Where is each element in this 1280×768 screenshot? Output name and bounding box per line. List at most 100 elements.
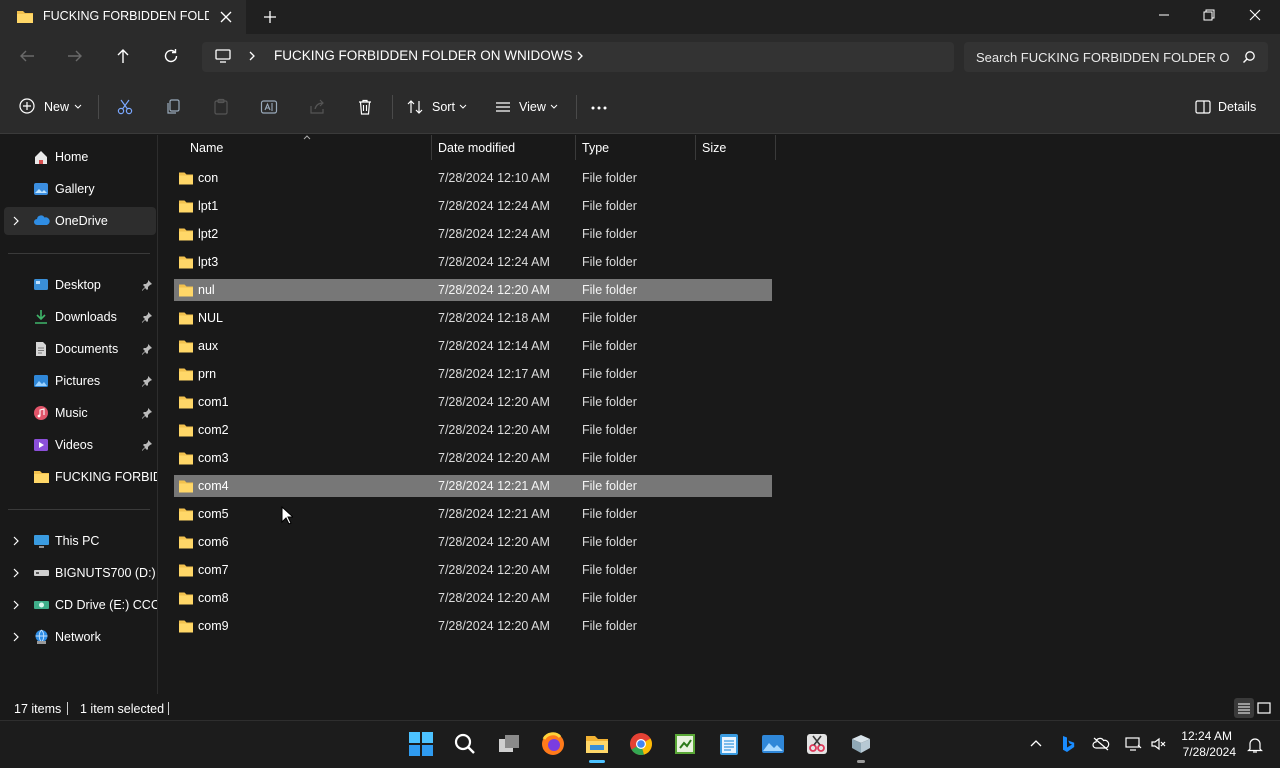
file-type: File folder (582, 339, 637, 353)
sidebar-item-pictures[interactable]: Pictures (0, 367, 158, 395)
table-row-selected[interactable]: com4 7/28/2024 12:21 AM File folder (174, 475, 772, 497)
table-row[interactable]: aux 7/28/2024 12:14 AM File folder (174, 335, 772, 357)
cloud-offline-icon[interactable] (1092, 736, 1110, 752)
notepad-icon[interactable] (716, 731, 742, 757)
table-row[interactable]: com3 7/28/2024 12:20 AM File folder (174, 447, 772, 469)
sidebar-item-forbidden-folder[interactable]: FUCKING FORBIDDEN FOLDER ON WNIDOWS (0, 463, 158, 491)
file-date: 7/28/2024 12:21 AM (438, 479, 550, 493)
column-header-size[interactable]: Size (696, 135, 775, 160)
chevron-right-icon[interactable] (574, 48, 586, 64)
rename-icon[interactable] (260, 98, 278, 116)
search-icon[interactable] (1242, 50, 1256, 64)
table-row[interactable]: lpt2 7/28/2024 12:24 AM File folder (174, 223, 772, 245)
clock-date[interactable]: 7/28/2024 (1183, 745, 1236, 759)
delete-icon[interactable] (356, 98, 374, 116)
chevron-up-icon[interactable] (1028, 736, 1044, 752)
window-close-icon[interactable] (1247, 7, 1263, 23)
snipping-tool-icon[interactable] (804, 731, 830, 757)
table-row[interactable]: prn 7/28/2024 12:17 AM File folder (174, 363, 772, 385)
sidebar-item-cd-drive[interactable]: CD Drive (E:) CCCOMA_X64FRE_EN-US_DV9 (0, 591, 158, 619)
details-view-button[interactable] (1234, 698, 1254, 718)
cut-icon[interactable] (116, 98, 134, 116)
chrome-icon[interactable] (628, 731, 654, 757)
folder-icon (178, 339, 194, 353)
sidebar-item-downloads[interactable]: Downloads (0, 303, 158, 331)
sidebar-item-drive-d[interactable]: BIGNUTS700 (D:) (0, 559, 158, 587)
monitor-icon[interactable] (214, 48, 232, 64)
column-header-type[interactable]: Type (576, 135, 695, 160)
sidebar-item-label: OneDrive (55, 214, 108, 228)
refresh-icon[interactable] (162, 47, 180, 65)
search-icon[interactable] (452, 731, 478, 757)
sidebar-item-this-pc[interactable]: This PC (0, 527, 158, 555)
chevron-right-icon[interactable] (10, 631, 22, 643)
sidebar-item-videos[interactable]: Videos (0, 431, 158, 459)
chevron-right-icon[interactable] (10, 215, 22, 227)
table-row[interactable]: NUL 7/28/2024 12:18 AM File folder (174, 307, 772, 329)
tiles-view-button[interactable] (1256, 698, 1272, 716)
minimize-icon[interactable] (1156, 7, 1172, 23)
windows-start-icon[interactable] (408, 731, 434, 757)
table-row[interactable]: lpt1 7/28/2024 12:24 AM File folder (174, 195, 772, 217)
chevron-right-icon[interactable] (10, 567, 22, 579)
folder-icon (178, 563, 194, 577)
folder-icon (178, 479, 194, 493)
network-status-icon[interactable] (1124, 736, 1142, 752)
sidebar-item-desktop[interactable]: Desktop (0, 271, 158, 299)
table-row[interactable]: com2 7/28/2024 12:20 AM File folder (174, 419, 772, 441)
breadcrumb-folder[interactable]: FUCKING FORBIDDEN FOLDER ON WNIDOWS (274, 48, 573, 63)
chevron-right-icon[interactable] (10, 599, 22, 611)
firefox-icon[interactable] (540, 731, 566, 757)
pin-icon[interactable] (141, 439, 153, 451)
chevron-right-icon[interactable] (246, 48, 258, 64)
back-arrow-icon[interactable] (18, 48, 36, 64)
table-row[interactable]: con 7/28/2024 12:10 AM File folder (174, 167, 772, 189)
pin-icon[interactable] (141, 407, 153, 419)
close-icon[interactable] (218, 9, 234, 25)
pin-icon[interactable] (141, 375, 153, 387)
paste-icon[interactable] (212, 98, 230, 116)
sidebar-item-onedrive[interactable]: OneDrive (4, 207, 156, 235)
more-options-icon[interactable] (590, 99, 608, 117)
table-row[interactable]: lpt3 7/28/2024 12:24 AM File folder (174, 251, 772, 273)
search-input[interactable] (976, 47, 1230, 67)
table-row[interactable]: com8 7/28/2024 12:20 AM File folder (174, 587, 772, 609)
table-row[interactable]: com1 7/28/2024 12:20 AM File folder (174, 391, 772, 413)
volume-muted-icon[interactable] (1150, 736, 1168, 752)
column-header-date[interactable]: Date modified (432, 135, 575, 160)
table-row[interactable]: com7 7/28/2024 12:20 AM File folder (174, 559, 772, 581)
chevron-right-icon[interactable] (10, 535, 22, 547)
notification-bell-icon[interactable] (1246, 736, 1264, 754)
pin-icon[interactable] (141, 343, 153, 355)
music-icon (33, 405, 49, 421)
table-row[interactable]: com6 7/28/2024 12:20 AM File folder (174, 531, 772, 553)
search-box[interactable] (964, 42, 1268, 72)
table-row-selected[interactable]: nul 7/28/2024 12:20 AM File folder (174, 279, 772, 301)
up-arrow-icon[interactable] (114, 47, 132, 65)
sheet-app-icon[interactable] (672, 731, 698, 757)
clock-time[interactable]: 12:24 AM (1181, 729, 1232, 743)
pin-icon[interactable] (141, 311, 153, 323)
sidebar-item-network[interactable]: Network (0, 623, 158, 651)
file-explorer-icon[interactable] (584, 731, 610, 757)
column-divider[interactable] (775, 135, 776, 160)
restore-icon[interactable] (1201, 7, 1217, 23)
photos-icon[interactable] (760, 731, 786, 757)
task-view-icon[interactable] (496, 731, 522, 757)
sidebar-item-gallery[interactable]: Gallery (0, 175, 158, 203)
file-type: File folder (582, 423, 637, 437)
table-row[interactable]: com9 7/28/2024 12:20 AM File folder (174, 615, 772, 637)
file-name: com3 (198, 451, 229, 465)
column-header-name[interactable]: Name (174, 135, 432, 160)
app-icon[interactable] (848, 731, 874, 757)
forward-arrow-icon[interactable] (66, 48, 84, 64)
copy-icon[interactable] (164, 98, 182, 116)
table-row[interactable]: com5 7/28/2024 12:21 AM File folder (174, 503, 772, 525)
add-tab-icon[interactable] (262, 9, 278, 25)
pin-icon[interactable] (141, 279, 153, 291)
bing-icon[interactable] (1060, 735, 1076, 753)
sidebar-item-documents[interactable]: Documents (0, 335, 158, 363)
sidebar-item-home[interactable]: Home (0, 143, 158, 171)
sidebar-item-music[interactable]: Music (0, 399, 158, 427)
share-icon[interactable] (308, 98, 326, 116)
